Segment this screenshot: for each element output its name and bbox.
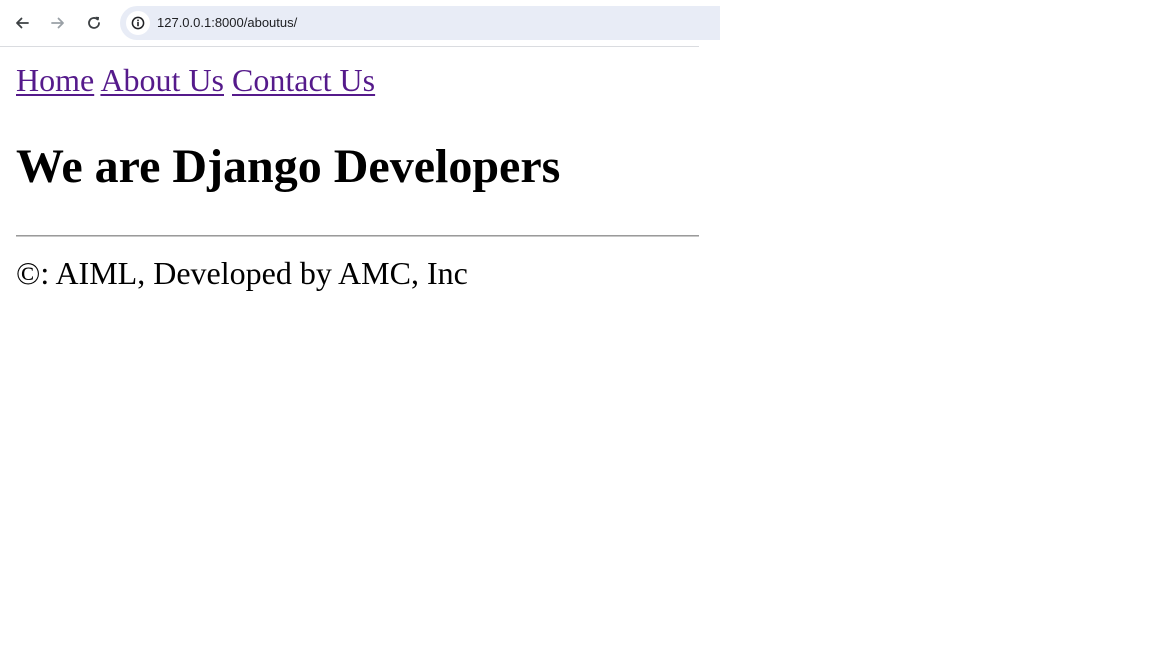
reload-icon bbox=[88, 16, 100, 29]
site-nav: Home About Us Contact Us bbox=[16, 62, 375, 99]
back-button[interactable] bbox=[10, 11, 34, 35]
forward-button[interactable] bbox=[46, 11, 70, 35]
reload-button[interactable] bbox=[82, 11, 106, 35]
nav-link-contact-us[interactable]: Contact Us bbox=[232, 62, 375, 98]
arrow-right-icon bbox=[51, 17, 64, 29]
page-content: Home About Us Contact Us We are Django D… bbox=[0, 47, 699, 648]
browser-window: 127.0.0.1:8000/aboutus/ Home About Us Co… bbox=[0, 0, 720, 648]
nav-link-about-us[interactable]: About Us bbox=[100, 62, 224, 98]
page-heading: We are Django Developers bbox=[16, 140, 561, 193]
nav-link-home[interactable]: Home bbox=[16, 62, 94, 98]
arrow-left-icon bbox=[16, 17, 29, 29]
info-icon bbox=[131, 16, 145, 30]
footer-text: ©: AIML, Developed by AMC, Inc bbox=[16, 255, 468, 291]
url-text[interactable]: 127.0.0.1:8000/aboutus/ bbox=[157, 15, 297, 30]
address-bar[interactable]: 127.0.0.1:8000/aboutus/ bbox=[120, 6, 720, 40]
browser-toolbar: 127.0.0.1:8000/aboutus/ bbox=[0, 0, 720, 47]
site-info-button[interactable] bbox=[126, 11, 150, 35]
horizontal-rule bbox=[16, 235, 699, 237]
